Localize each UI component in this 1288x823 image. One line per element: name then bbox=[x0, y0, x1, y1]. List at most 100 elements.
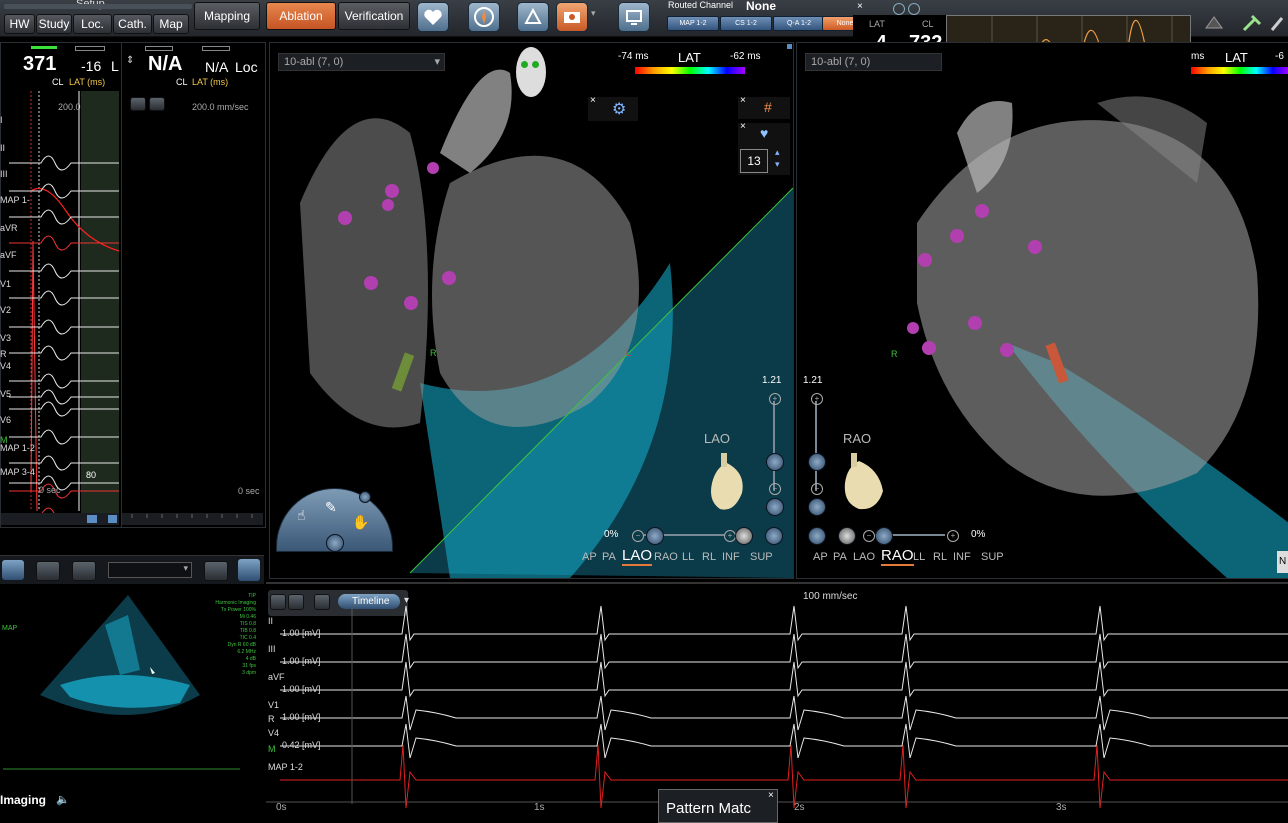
mid-status-bar-2 bbox=[202, 46, 230, 51]
view-button-pa[interactable]: PA bbox=[602, 551, 616, 563]
rao-reset-button[interactable] bbox=[808, 498, 826, 516]
view-button-ll[interactable]: LL bbox=[682, 551, 694, 563]
rao-opacity-slider[interactable]: − + bbox=[863, 527, 967, 545]
rao-opacity-toggle[interactable] bbox=[838, 527, 856, 545]
setup-bar bbox=[4, 4, 192, 9]
heart-add-icon[interactable] bbox=[417, 2, 449, 32]
rao-opacity-thumb[interactable] bbox=[875, 527, 893, 545]
lao-scale-thumb[interactable] bbox=[766, 453, 784, 471]
rao-edge-tab[interactable]: N bbox=[1277, 551, 1288, 573]
compass-icon[interactable] bbox=[468, 2, 500, 32]
rao-scale-thumb[interactable] bbox=[808, 453, 826, 471]
pencil-icon[interactable] bbox=[36, 561, 60, 581]
left-lead-label: MAP 1- bbox=[0, 195, 30, 205]
points-widget[interactable]: × ♥ 13 ▴ ▾ bbox=[738, 121, 790, 175]
map-selector-rao[interactable]: 10-abl (7, 0) bbox=[805, 53, 942, 71]
mid-arrows-icon[interactable]: ⇕ bbox=[126, 55, 134, 66]
tab-hw[interactable]: HW bbox=[4, 14, 35, 34]
view-button-ap[interactable]: AP bbox=[813, 551, 828, 563]
tab-cath[interactable]: Cath. bbox=[113, 14, 152, 34]
heart-small-icon[interactable] bbox=[204, 561, 228, 581]
mid-tool-button-2[interactable] bbox=[149, 97, 165, 111]
ultrasound-image[interactable]: MAP TIP Harmonic Imaging Tx Power 100% Mi 0… bbox=[0, 585, 264, 785]
grid-icon[interactable]: # bbox=[764, 99, 772, 115]
rao-light-button[interactable] bbox=[808, 527, 826, 545]
channel-qa-1-2[interactable]: Q-A 1-2 bbox=[773, 16, 825, 31]
pattern-match-popup[interactable]: Pattern Matc × bbox=[658, 789, 778, 823]
pointer-add-icon[interactable]: ☝ bbox=[297, 507, 306, 524]
speaker-icon[interactable]: 🔈 bbox=[56, 793, 70, 806]
left-scroll-thumb[interactable] bbox=[87, 515, 97, 523]
lao-opacity-slider[interactable]: − + bbox=[632, 527, 736, 545]
counter-up-icon[interactable]: ▴ bbox=[775, 147, 780, 158]
catheter-icon[interactable] bbox=[517, 2, 549, 32]
ultrasound-dropdown[interactable]: ▾ bbox=[108, 562, 192, 578]
mapping-button[interactable]: Mapping bbox=[194, 2, 260, 30]
lao-light-button[interactable] bbox=[765, 527, 783, 545]
ultrasound-info-line: Harmonic Imaging bbox=[215, 600, 256, 606]
mid-tool-button-1[interactable] bbox=[130, 97, 146, 111]
tab-loc[interactable]: Loc. bbox=[73, 14, 112, 34]
gear-icon[interactable]: ⚙ bbox=[612, 99, 626, 119]
ablation-button[interactable]: Ablation bbox=[266, 2, 336, 30]
cable-icon[interactable] bbox=[1270, 12, 1288, 34]
view-button-rl[interactable]: RL bbox=[933, 551, 947, 563]
camera-dropdown-icon[interactable]: ▾ bbox=[591, 8, 596, 19]
view-button-sup[interactable]: SUP bbox=[750, 551, 773, 563]
left-scrollbar[interactable] bbox=[1, 513, 119, 525]
settings-small-icon[interactable] bbox=[908, 3, 920, 15]
left-lead-label: I bbox=[0, 115, 3, 125]
hand-icon[interactable]: ✋ bbox=[352, 514, 369, 531]
pattern-close-icon[interactable]: × bbox=[768, 790, 774, 801]
view-button-rao[interactable]: RAO bbox=[654, 551, 678, 563]
settings-widget[interactable]: × ⚙ bbox=[588, 95, 638, 121]
view-button-lao[interactable]: LAO bbox=[622, 547, 653, 566]
view-button-lao[interactable]: LAO bbox=[853, 551, 875, 563]
view-button-ll[interactable]: LL bbox=[913, 551, 925, 563]
left-scroll-arrow[interactable] bbox=[108, 515, 117, 523]
camera-small-icon[interactable] bbox=[72, 561, 96, 581]
camera-icon[interactable] bbox=[556, 2, 588, 32]
monitor-icon[interactable] bbox=[1203, 14, 1225, 32]
view-button-pa[interactable]: PA bbox=[833, 551, 847, 563]
lao-scale-slider[interactable]: + − bbox=[766, 393, 784, 501]
map-view-lao[interactable]: 10-abl (7, 0) ▾ -74 ms LAT -62 ms × ⚙ × #… bbox=[269, 42, 794, 579]
timeline-lead-trace bbox=[280, 633, 1288, 670]
view-button-ap[interactable]: AP bbox=[582, 551, 597, 563]
view-button-sup[interactable]: SUP bbox=[981, 551, 1004, 563]
left-marker-value: 80 bbox=[86, 470, 97, 480]
tab-map[interactable]: Map bbox=[153, 14, 189, 34]
points-counter[interactable]: 13 bbox=[740, 149, 768, 173]
routed-channel-value: None bbox=[746, 0, 776, 13]
view-button-inf[interactable]: INF bbox=[722, 551, 740, 563]
view-button-rao[interactable]: RAO bbox=[881, 547, 914, 566]
lao-opacity-thumb[interactable] bbox=[646, 527, 664, 545]
channel-cs-1-2[interactable]: CS 1-2 bbox=[720, 16, 772, 31]
map-view-rao[interactable]: 10-abl (7, 0) ms LAT -6 1.21 + − RAO − +… bbox=[796, 42, 1288, 579]
dial-close-button[interactable] bbox=[359, 491, 371, 503]
refresh-icon[interactable] bbox=[893, 3, 905, 15]
close-icon[interactable]: × bbox=[857, 1, 863, 12]
display-icon[interactable] bbox=[618, 2, 650, 32]
dial-center-button[interactable] bbox=[326, 534, 344, 552]
map-selector-lao[interactable]: 10-abl (7, 0) ▾ bbox=[278, 53, 445, 71]
rao-scale-slider[interactable]: + − bbox=[808, 393, 826, 501]
view-button-inf[interactable]: INF bbox=[953, 551, 971, 563]
filter-heart-icon[interactable]: ♥ bbox=[760, 125, 768, 141]
tab-study[interactable]: Study bbox=[36, 14, 72, 34]
plug-icon[interactable] bbox=[1240, 12, 1264, 34]
timeline-lead-trace bbox=[280, 605, 1288, 642]
timeline-lead-label: II bbox=[268, 616, 274, 626]
mid-scrollbar[interactable] bbox=[122, 513, 263, 525]
grid-widget[interactable]: × # bbox=[738, 95, 790, 119]
channel-map-1-2[interactable]: MAP 1-2 bbox=[667, 16, 719, 31]
counter-down-icon[interactable]: ▾ bbox=[775, 159, 780, 170]
lao-reset-button[interactable] bbox=[766, 498, 784, 516]
ultrasound-icon[interactable] bbox=[2, 560, 24, 580]
expand-icon[interactable] bbox=[238, 559, 260, 581]
head-orientation-icon[interactable] bbox=[516, 47, 546, 97]
lao-opacity-toggle[interactable] bbox=[735, 527, 753, 545]
view-button-rl[interactable]: RL bbox=[702, 551, 716, 563]
magic-wand-icon[interactable]: ✎ bbox=[325, 499, 337, 516]
verification-button[interactable]: Verification bbox=[338, 2, 410, 30]
